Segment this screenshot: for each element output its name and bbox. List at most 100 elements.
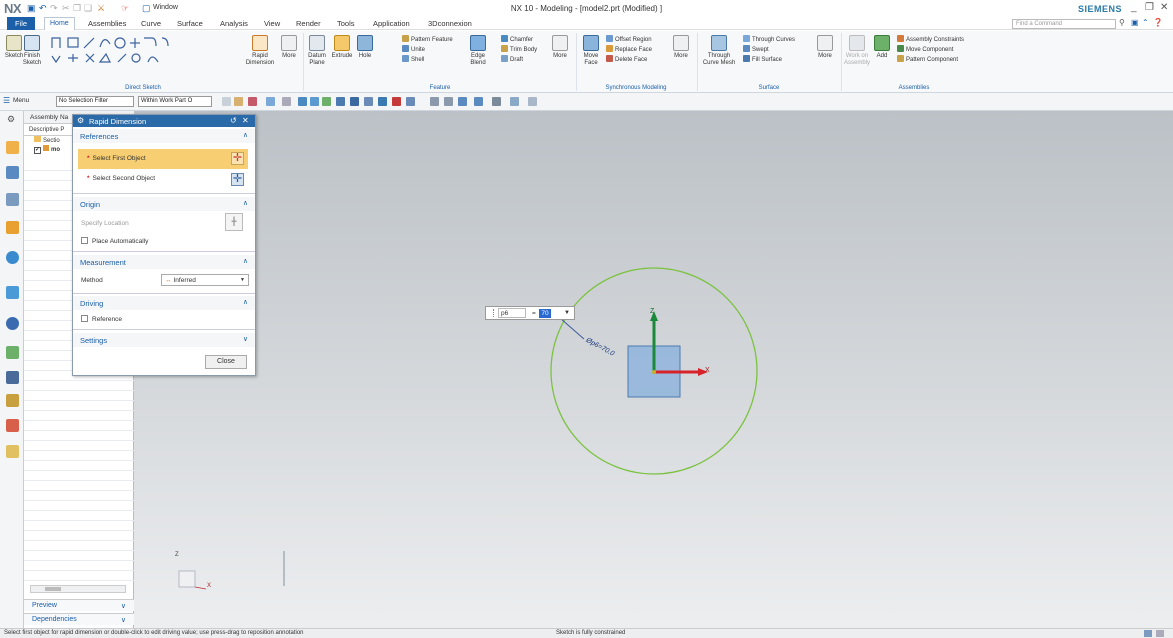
display-icon[interactable] — [1144, 630, 1152, 637]
drag-handle[interactable] — [488, 309, 494, 317]
driving-section-header[interactable]: Driving ∧ — [73, 296, 255, 310]
tab-application[interactable]: Application — [373, 19, 410, 28]
menu-button[interactable]: Menu — [13, 97, 29, 104]
hole-button[interactable]: Hole — [355, 35, 375, 60]
offset-region-button[interactable]: Offset Region — [606, 35, 652, 44]
roles-icon[interactable]: ▣ — [1131, 18, 1139, 27]
rotate-icon[interactable] — [458, 97, 467, 106]
dependencies-panel-header[interactable]: Dependencies ∨ — [24, 613, 134, 625]
close-button[interactable]: Close — [205, 355, 247, 369]
through-curve-mesh-button[interactable]: Through Curve Mesh — [702, 35, 736, 66]
checkbox-icon[interactable] — [81, 315, 88, 322]
minimize-icon[interactable]: _ — [1131, 2, 1137, 13]
center-snap-icon[interactable] — [378, 97, 387, 106]
reuse-library-icon[interactable] — [6, 221, 19, 234]
selection-scope-dropdown[interactable]: Within Work Part O — [138, 96, 212, 107]
references-section-header[interactable]: References ∧ — [73, 129, 255, 143]
chamfer-button[interactable]: Chamfer — [501, 35, 533, 44]
parameter-name-field[interactable]: p6 — [498, 308, 526, 318]
settings-section-header[interactable]: Settings ∨ — [73, 333, 255, 347]
checkbox-icon[interactable]: ✓ — [34, 147, 41, 154]
system-scenes-icon[interactable] — [6, 394, 19, 407]
add-component-button[interactable]: Add — [872, 35, 892, 60]
select-first-object-row[interactable]: * Select First Object ✛ — [78, 149, 248, 169]
tab-assemblies[interactable]: Assemblies — [88, 19, 126, 28]
sketch-curve-tools[interactable] — [48, 34, 238, 64]
help-icon[interactable]: ❓ — [1153, 18, 1163, 27]
swept-button[interactable]: Swept — [743, 45, 769, 54]
finish-sketch-button[interactable]: Finish Sketch — [22, 35, 42, 66]
origin-point[interactable] — [652, 370, 656, 374]
tab-tools[interactable]: Tools — [337, 19, 355, 28]
sketch-constraint-icon[interactable] — [322, 97, 331, 106]
horizontal-scrollbar[interactable] — [30, 585, 126, 593]
origin-section-header[interactable]: Origin ∧ — [73, 197, 255, 211]
delete-face-button[interactable]: Delete Face — [606, 55, 647, 64]
more-sketch-button[interactable]: More — [278, 35, 300, 60]
tab-view[interactable]: View — [264, 19, 280, 28]
location-picker-icon[interactable]: ╋ — [225, 213, 243, 231]
manufacturing-wizards-icon[interactable] — [6, 346, 19, 359]
rapid-dimension-button[interactable]: Rapid Dimension — [244, 35, 276, 66]
assembly-constraints-button[interactable]: Assembly Constraints — [897, 35, 964, 44]
roles-icon[interactable] — [6, 371, 19, 384]
replace-face-button[interactable]: Replace Face — [606, 45, 652, 54]
part-navigator-icon[interactable] — [6, 193, 19, 206]
more-sync-button[interactable]: More — [670, 35, 692, 60]
extrude-button[interactable]: Extrude — [330, 35, 354, 60]
arc-snap-icon[interactable] — [350, 97, 359, 106]
select-second-object-row[interactable]: * Select Second Object ✛ — [78, 170, 248, 189]
tab-render[interactable]: Render — [296, 19, 321, 28]
assembly-navigator-icon[interactable] — [6, 141, 19, 154]
close-window-icon[interactable]: ✕ — [1160, 2, 1168, 13]
pattern-feature-button[interactable]: Pattern Feature — [402, 35, 453, 44]
process-studio-icon[interactable] — [6, 317, 19, 330]
search-icon[interactable]: ⚲ — [1119, 18, 1125, 27]
sketch-view[interactable] — [134, 111, 1173, 628]
checkbox-icon[interactable] — [81, 237, 88, 244]
general-selection-icon[interactable] — [234, 97, 243, 106]
settings-icon[interactable]: ⚙ — [7, 114, 15, 125]
trim-body-button[interactable]: Trim Body — [501, 45, 537, 54]
measurement-section-header[interactable]: Measurement ∧ — [73, 255, 255, 269]
method-dropdown[interactable]: ↔ Inferred ▼ — [161, 274, 249, 286]
onscreen-dimension-input[interactable]: p6 = 70 ▼ — [485, 306, 575, 320]
tab-analysis[interactable]: Analysis — [220, 19, 248, 28]
preview-panel-header[interactable]: Preview ∨ — [24, 599, 134, 611]
reset-icon[interactable]: ↺ — [230, 115, 237, 126]
value-dropdown-icon[interactable]: ▼ — [564, 308, 570, 318]
edge-blend-button[interactable]: Edge Blend — [466, 35, 490, 66]
tree-section-node[interactable]: Sectio — [34, 136, 60, 144]
more-feature-button[interactable]: More — [549, 35, 571, 60]
face-rule-icon[interactable] — [282, 97, 291, 106]
move-face-button[interactable]: Move Face — [580, 35, 602, 66]
draft-button[interactable]: Draft — [501, 55, 523, 64]
shaded-icon[interactable] — [310, 97, 319, 106]
collapse-ribbon-icon[interactable]: ⌃ — [1142, 18, 1149, 27]
display-mode-icon[interactable] — [474, 97, 483, 106]
tab-curve[interactable]: Curve — [141, 19, 161, 28]
layer-icon[interactable] — [528, 97, 537, 106]
graphics-window[interactable]: Øp6=70.0 Z X Z X — [134, 111, 1173, 628]
work-on-assembly-button[interactable]: Work on Assembly — [844, 35, 870, 66]
line-snap-icon[interactable] — [336, 97, 345, 106]
tab-home[interactable]: Home — [44, 17, 75, 30]
view-orient-icon[interactable] — [298, 97, 307, 106]
selection-filter-dropdown[interactable]: No Selection Filter — [56, 96, 134, 107]
pattern-component-button[interactable]: Pattern Component — [897, 55, 958, 64]
crosshair-icon[interactable]: ✛ — [231, 173, 244, 186]
point-snap-icon[interactable] — [392, 97, 401, 106]
sketch-button[interactable]: Sketch — [4, 35, 24, 60]
shell-button[interactable]: Shell — [402, 55, 424, 64]
web-browser-icon[interactable] — [6, 251, 19, 264]
tab-surface[interactable]: Surface — [177, 19, 203, 28]
history-icon[interactable] — [6, 286, 19, 299]
tab-file[interactable]: File — [7, 17, 35, 30]
edit-section-icon[interactable] — [510, 97, 519, 106]
crosshair-icon[interactable]: ✛ — [231, 152, 244, 165]
unite-button[interactable]: Unite — [402, 45, 425, 54]
intersection-snap-icon[interactable] — [406, 97, 415, 106]
fullscreen-icon[interactable] — [1156, 630, 1164, 637]
move-component-button[interactable]: Move Component — [897, 45, 953, 54]
datum-plane-button[interactable]: Datum Plane — [306, 35, 328, 66]
